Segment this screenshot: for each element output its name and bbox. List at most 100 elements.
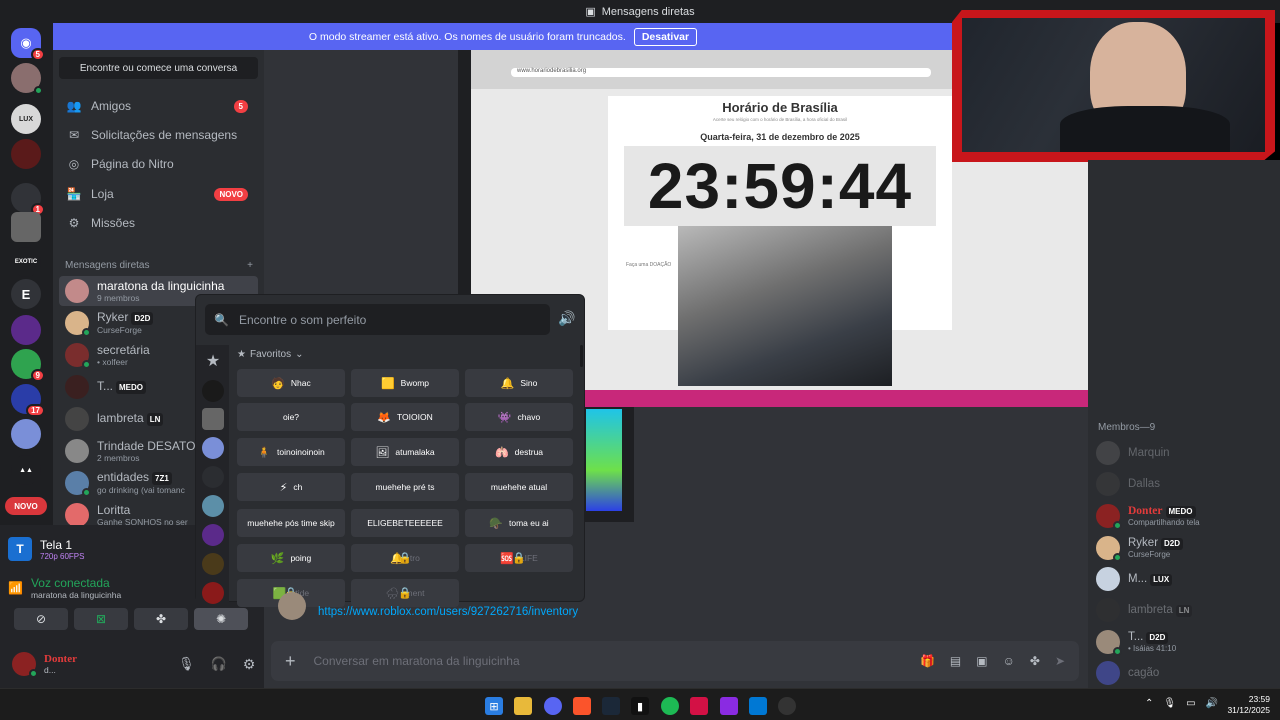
- category-icon[interactable]: [202, 553, 224, 575]
- sound-button[interactable]: 🌿 poing: [237, 544, 345, 572]
- file-explorer-icon[interactable]: [514, 697, 532, 715]
- soundboard-search-input[interactable]: 🔍 Encontre o som perfeito: [205, 304, 550, 335]
- member-item[interactable]: Donter MEDO Compartilhando tela: [1096, 503, 1276, 530]
- toggle-camera-button[interactable]: ⊘: [14, 608, 68, 630]
- volume-icon[interactable]: 🔊: [558, 310, 575, 327]
- soundboard-button[interactable]: ✺: [194, 608, 248, 630]
- sound-button[interactable]: muehehe pré ts: [351, 473, 459, 501]
- home-button[interactable]: ◉ 5: [11, 28, 45, 61]
- member-item[interactable]: Dallas: [1096, 471, 1276, 497]
- server-icon[interactable]: 17: [11, 384, 45, 417]
- category-icon[interactable]: [202, 408, 224, 430]
- sound-button[interactable]: 🟨 Bwomp: [351, 369, 459, 397]
- sound-button[interactable]: ⚡ ch: [237, 473, 345, 501]
- member-item[interactable]: cagão: [1096, 660, 1276, 686]
- add-attachment-icon[interactable]: +: [285, 651, 296, 672]
- volume-icon[interactable]: 🔊: [1206, 698, 1218, 709]
- gift-icon[interactable]: 🎁: [920, 654, 935, 668]
- gif-icon[interactable]: ▤: [950, 654, 961, 668]
- member-item[interactable]: Marquin: [1096, 440, 1276, 466]
- system-tray[interactable]: ⌃ 🎙 ▭ 🔊: [1145, 698, 1218, 709]
- member-item[interactable]: M... LUX: [1096, 566, 1276, 592]
- sound-button[interactable]: 🪖 toma eu ai: [465, 509, 573, 537]
- disable-streamer-mode-button[interactable]: Desativar: [633, 27, 698, 46]
- sound-button[interactable]: 🌧 ment 🔒: [351, 579, 459, 607]
- sound-button[interactable]: 👾 chavo: [465, 403, 573, 431]
- member-item[interactable]: Ryker D2D CurseForge: [1096, 535, 1276, 562]
- mic-icon[interactable]: 🎙: [1163, 698, 1176, 709]
- settings-gear-icon[interactable]: ⚙: [243, 656, 256, 673]
- find-conversation-button[interactable]: Encontre ou comece uma conversa: [59, 57, 258, 79]
- nav-message-requests[interactable]: ✉ Solicitações de mensagens: [61, 122, 256, 148]
- spotify-icon[interactable]: [661, 697, 679, 715]
- nav-quests[interactable]: ⚙ Missões: [61, 210, 256, 236]
- member-item[interactable]: T... D2D • Isáias 41:10: [1096, 629, 1276, 656]
- sticker-icon[interactable]: ▣: [976, 654, 987, 668]
- category-icon[interactable]: [202, 524, 224, 546]
- sound-button[interactable]: 🫁 destrua: [465, 438, 573, 466]
- screen-share-button[interactable]: ⊠: [74, 608, 128, 630]
- amd-icon[interactable]: [690, 697, 708, 715]
- message-composer[interactable]: + Conversar em maratona da linguicinha 🎁…: [271, 641, 1079, 681]
- sound-button[interactable]: oie?: [237, 403, 345, 431]
- send-icon[interactable]: ➤: [1055, 654, 1065, 668]
- favorites-header[interactable]: ★ Favoritos ⌄: [237, 349, 303, 360]
- sound-button[interactable]: 🖼 atumalaka: [351, 438, 459, 466]
- server-icon[interactable]: [11, 139, 41, 169]
- category-icon[interactable]: [202, 466, 224, 488]
- server-icon[interactable]: 9: [11, 349, 45, 382]
- message-avatar[interactable]: [278, 592, 306, 620]
- composer-placeholder[interactable]: Conversar em maratona da linguicinha: [314, 654, 902, 668]
- server-icon[interactable]: [11, 419, 41, 449]
- roblox-link[interactable]: https://www.roblox.com/users/927262716/i…: [318, 606, 578, 618]
- app-icon[interactable]: [749, 697, 767, 715]
- favorites-star-icon[interactable]: ★: [202, 351, 224, 373]
- screen-share-info[interactable]: T Tela 1 720p 60FPS: [8, 530, 194, 568]
- nav-nitro[interactable]: ◎ Página do Nitro: [61, 151, 256, 177]
- new-label[interactable]: NOVO: [5, 497, 47, 515]
- obs-icon[interactable]: [778, 697, 796, 715]
- category-icon[interactable]: [202, 380, 224, 402]
- server-icon[interactable]: ▲▲: [11, 455, 41, 485]
- sound-button[interactable]: muehehe atual: [465, 473, 573, 501]
- cube-server-icon[interactable]: [11, 212, 41, 242]
- discord-icon[interactable]: [544, 697, 562, 715]
- nav-shop[interactable]: 🏪 Loja NOVO: [61, 181, 256, 207]
- sound-button[interactable]: 🦊 TOIOION: [351, 403, 459, 431]
- sound-button[interactable]: 🆘 LIFE 🔒: [465, 544, 573, 572]
- sound-button[interactable]: ELIGEBETEEEEEE: [351, 509, 459, 537]
- sound-button[interactable]: 🔔 tro 🔒: [351, 544, 459, 572]
- letter-server-icon[interactable]: E: [11, 279, 41, 309]
- server-icon[interactable]: 1: [11, 183, 45, 216]
- sound-button[interactable]: 🧍 toinoinoinoin: [237, 438, 345, 466]
- category-icon[interactable]: [202, 437, 224, 459]
- app-icon[interactable]: [720, 697, 738, 715]
- brave-icon[interactable]: [573, 697, 591, 715]
- stream-thumbnail[interactable]: [584, 407, 634, 522]
- audio-icon[interactable]: ▮: [631, 697, 649, 715]
- server-avatar[interactable]: [11, 63, 43, 95]
- steam-icon[interactable]: [602, 697, 620, 715]
- sound-button[interactable]: 🔔 Sino: [465, 369, 573, 397]
- nav-friends[interactable]: 👥 Amigos 5: [61, 93, 256, 119]
- network-icon[interactable]: ▭: [1186, 698, 1195, 709]
- create-dm-icon[interactable]: +: [247, 260, 253, 271]
- category-icon[interactable]: [202, 495, 224, 517]
- category-icon[interactable]: [202, 582, 224, 604]
- sound-button[interactable]: muehehe pós time skip: [237, 509, 345, 537]
- exotic-server-icon[interactable]: EXOTIC: [11, 247, 41, 277]
- chevron-up-icon[interactable]: ⌃: [1145, 698, 1153, 709]
- server-icon[interactable]: [11, 315, 41, 345]
- clock[interactable]: 23:59 31/12/2025: [1222, 694, 1270, 716]
- start-icon[interactable]: ⊞: [485, 697, 503, 715]
- voice-connection[interactable]: 📶 Voz conectada maratona da linguicinha: [8, 573, 194, 603]
- current-user[interactable]: Donter d... 🎙 🎧 ⚙: [12, 649, 262, 679]
- apps-icon[interactable]: ✤: [1030, 654, 1040, 668]
- headphones-icon[interactable]: 🎧: [211, 656, 227, 672]
- server-icon[interactable]: LUX: [11, 104, 41, 134]
- mic-icon[interactable]: 🎙: [178, 656, 195, 672]
- member-item[interactable]: lambreta LN: [1096, 597, 1276, 623]
- activities-button[interactable]: ✤: [134, 608, 188, 630]
- soundboard-scrollbar[interactable]: [580, 345, 583, 367]
- sound-button[interactable]: 🧑 Nhac: [237, 369, 345, 397]
